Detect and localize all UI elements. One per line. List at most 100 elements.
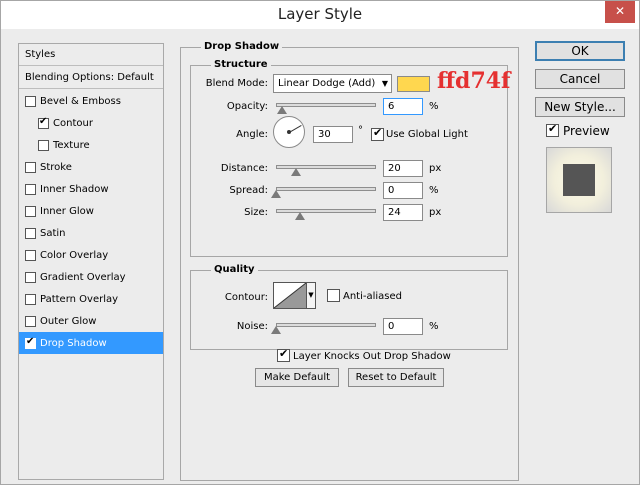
structure-group: Structure Blend Mode: Linear Dodge (Add)… [190,59,511,257]
blend-mode-select[interactable]: Linear Dodge (Add) ▼ [273,74,392,93]
contour-picker[interactable] [273,282,307,309]
list-item-label: Drop Shadow [40,337,107,349]
layer-knocks-out-label: Layer Knocks Out Drop Shadow [293,351,451,362]
checkbox-inner-shadow[interactable] [25,183,36,195]
list-item-gradient-overlay[interactable]: Gradient Overlay [19,266,163,288]
angle-dial[interactable] [273,116,305,148]
quality-title: Quality [211,264,258,275]
list-item-label: Pattern Overlay [40,293,119,305]
checkbox-stroke[interactable] [25,161,36,173]
preview-thumbnail [546,147,612,213]
spread-input[interactable]: 0 [383,182,423,199]
checkbox-texture[interactable] [38,139,49,151]
angle-input[interactable]: 30 [313,126,353,143]
spread-slider-thumb[interactable] [271,190,281,198]
shadow-color-swatch[interactable] [397,76,430,92]
angle-unit: ° [358,125,363,136]
close-icon: ✕ [614,4,626,18]
noise-slider-thumb[interactable] [271,326,281,334]
preview-checkbox[interactable] [546,122,559,137]
title-bar[interactable]: Layer Style ✕ [1,1,639,29]
cancel-button[interactable]: Cancel [535,69,625,89]
list-item-outer-glow[interactable]: Outer Glow [19,310,163,332]
blending-options-label: Blending Options: Default [25,72,154,83]
checkbox-drop-shadow[interactable] [25,336,36,349]
distance-slider-thumb[interactable] [291,168,301,176]
angle-dial-center [287,130,291,134]
list-item-label: Inner Shadow [40,183,109,195]
styles-list: Styles Blending Options: Default Bevel &… [18,43,164,480]
list-item-label: Texture [53,139,90,151]
list-item-satin[interactable]: Satin [19,222,163,244]
layer-style-dialog: Layer Style ✕ Styles Blending Options: D… [0,0,640,485]
size-label: Size: [244,207,268,218]
new-style-button[interactable]: New Style... [535,97,625,117]
make-default-button[interactable]: Make Default [255,368,339,387]
ok-button[interactable]: OK [535,41,625,61]
anti-aliased-label: Anti-aliased [343,291,403,302]
checkbox-satin[interactable] [25,227,36,239]
opacity-slider[interactable] [276,103,376,107]
list-item-texture[interactable]: Texture [19,134,163,156]
angle-label: Angle: [236,129,268,140]
list-item-label: Inner Glow [40,205,94,217]
list-item-bevel-emboss[interactable]: Bevel & Emboss [19,90,163,112]
opacity-input[interactable]: 6 [383,98,423,115]
noise-slider[interactable] [276,323,376,327]
size-input[interactable]: 24 [383,204,423,221]
list-item-inner-glow[interactable]: Inner Glow [19,200,163,222]
window-title: Layer Style [277,5,363,23]
reset-to-default-button[interactable]: Reset to Default [348,368,444,387]
styles-header-label: Styles [25,49,56,60]
size-slider-thumb[interactable] [295,212,305,220]
use-global-light-label: Use Global Light [386,129,468,140]
list-item-label: Contour [53,117,93,129]
checkbox-outer-glow[interactable] [25,315,36,327]
list-item-label: Stroke [40,161,72,173]
blending-options-item[interactable]: Blending Options: Default [19,67,163,89]
opacity-slider-thumb[interactable] [277,106,287,114]
checkbox-inner-glow[interactable] [25,205,36,217]
structure-title: Structure [211,59,271,70]
checkbox-color-overlay[interactable] [25,249,36,261]
list-item-label: Outer Glow [40,315,97,327]
list-item-label: Gradient Overlay [40,271,126,283]
spread-unit: % [429,185,439,196]
use-global-light-checkbox[interactable] [371,126,384,141]
list-item-label: Color Overlay [40,249,109,261]
close-button[interactable]: ✕ [605,1,635,23]
list-item-color-overlay[interactable]: Color Overlay [19,244,163,266]
contour-preview-icon [273,282,307,309]
contour-dropdown[interactable]: ▼ [306,282,316,309]
list-item-stroke[interactable]: Stroke [19,156,163,178]
distance-unit: px [429,163,442,174]
chevron-down-icon: ▼ [381,79,388,88]
preview-shape [563,164,595,196]
list-item-drop-shadow[interactable]: Drop Shadow [19,332,163,354]
size-slider[interactable] [276,209,376,213]
drop-shadow-panel: Drop Shadow Structure Blend Mode: Linear… [180,41,519,481]
noise-label: Noise: [236,321,268,332]
panel-title: Drop Shadow [201,41,283,52]
checkbox-pattern-overlay[interactable] [25,293,36,305]
list-item-contour[interactable]: Contour [19,112,163,134]
noise-input[interactable]: 0 [383,318,423,335]
spread-label: Spread: [229,185,268,196]
list-item-inner-shadow[interactable]: Inner Shadow [19,178,163,200]
anti-aliased-checkbox[interactable] [327,289,340,302]
blend-mode-value: Linear Dodge (Add) [278,78,376,89]
checkbox-gradient-overlay[interactable] [25,271,36,283]
dialog-body: Styles Blending Options: Default Bevel &… [1,29,639,484]
distance-input[interactable]: 20 [383,160,423,177]
preview-label: Preview [563,124,610,138]
checkbox-contour[interactable] [38,116,49,129]
size-unit: px [429,207,442,218]
checkbox-bevel-emboss[interactable] [25,95,36,107]
opacity-label: Opacity: [226,101,268,112]
blend-mode-label: Blend Mode: [205,78,268,89]
layer-knocks-out-checkbox[interactable] [277,347,290,362]
styles-header[interactable]: Styles [19,44,163,66]
spread-slider[interactable] [276,187,376,191]
noise-unit: % [429,321,439,332]
list-item-pattern-overlay[interactable]: Pattern Overlay [19,288,163,310]
